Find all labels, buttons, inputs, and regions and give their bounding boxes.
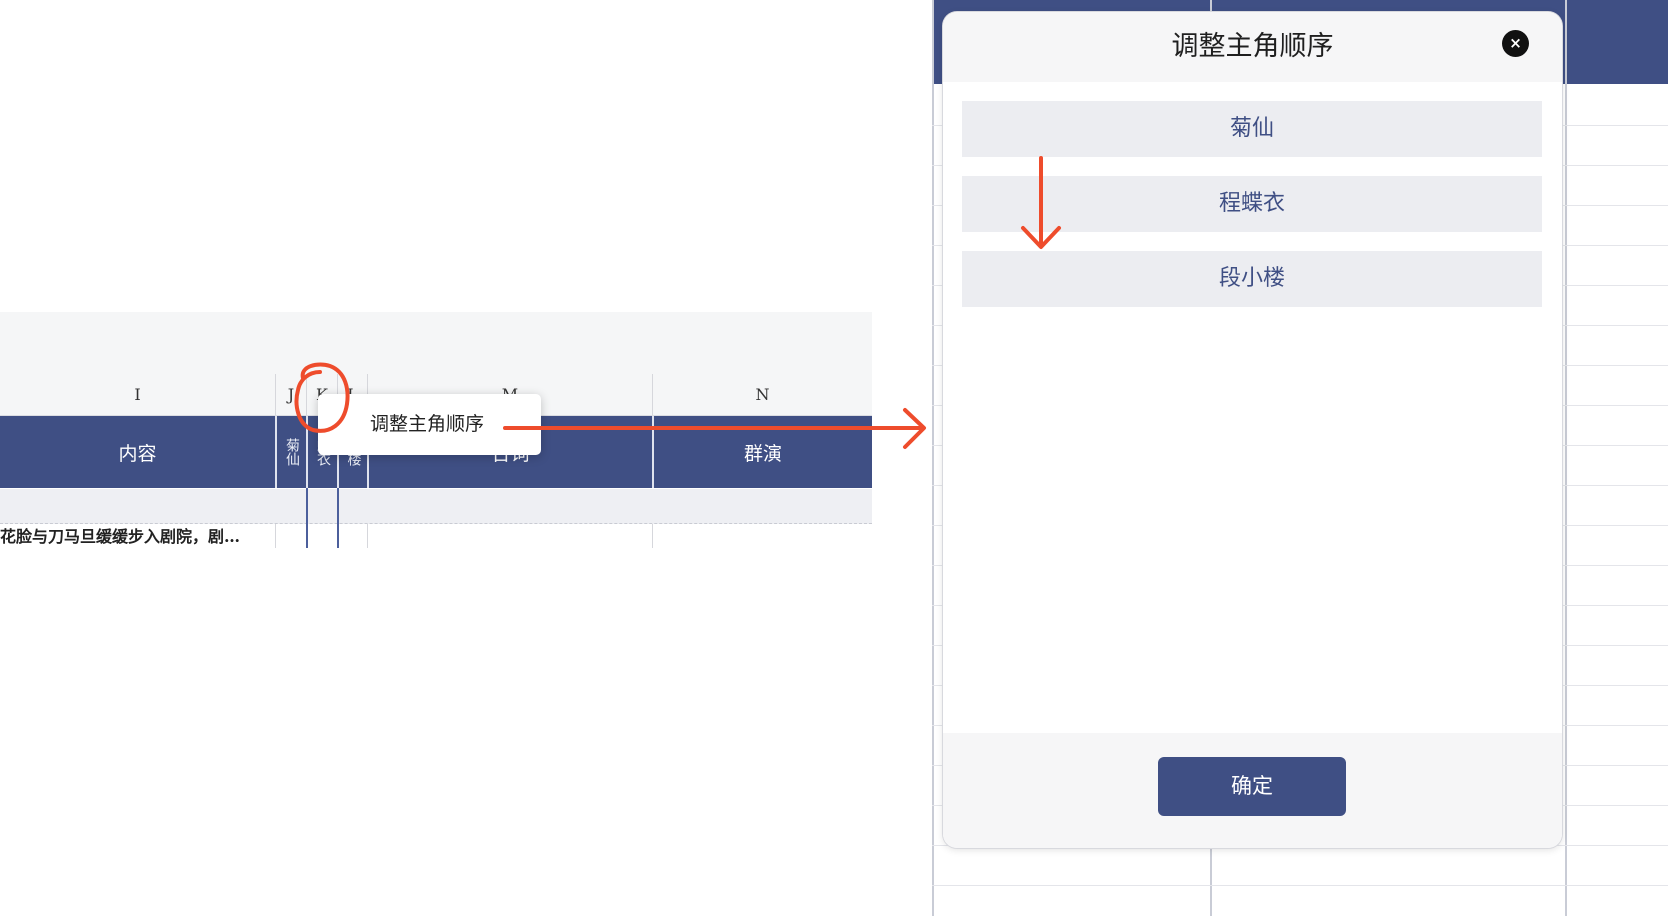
role-item-2[interactable]: 程蝶衣 [962, 176, 1542, 232]
close-icon[interactable]: × [1502, 30, 1529, 57]
row-content-cell[interactable]: 花脸与刀马旦缓缓步入剧院，剧… [0, 524, 272, 548]
role-item-3[interactable]: 段小楼 [962, 251, 1542, 307]
dialog-footer: 确定 [943, 733, 1562, 848]
dialog-title: 调整主角顺序 [1171, 31, 1334, 62]
column-letter-i[interactable]: I [0, 374, 275, 415]
column-guide-line [337, 488, 339, 548]
table-row[interactable]: 花脸与刀马旦缓缓步入剧院，剧… [0, 524, 872, 548]
column-guide-line [306, 488, 308, 548]
confirm-button[interactable]: 确定 [1158, 757, 1346, 816]
dialog-header: 调整主角顺序 × [943, 12, 1562, 82]
context-menu-adjust-order[interactable]: 调整主角顺序 [318, 394, 541, 455]
grey-row[interactable] [0, 489, 872, 524]
role-item-1[interactable]: 菊仙 [962, 101, 1542, 157]
sheet-top-area [0, 312, 872, 374]
header-crowd[interactable]: 群演 [654, 416, 872, 488]
column-letter-n[interactable]: N [653, 374, 872, 415]
header-role-1[interactable]: 菊仙 [277, 416, 306, 488]
context-menu: 调整主角顺序 [318, 394, 541, 455]
reorder-dialog: 调整主角顺序 × 菊仙 程蝶衣 段小楼 确定 [943, 12, 1562, 848]
header-content[interactable]: 内容 [0, 416, 275, 488]
column-letter-j[interactable]: J [276, 374, 306, 415]
annotation-arrow-head [903, 408, 926, 449]
